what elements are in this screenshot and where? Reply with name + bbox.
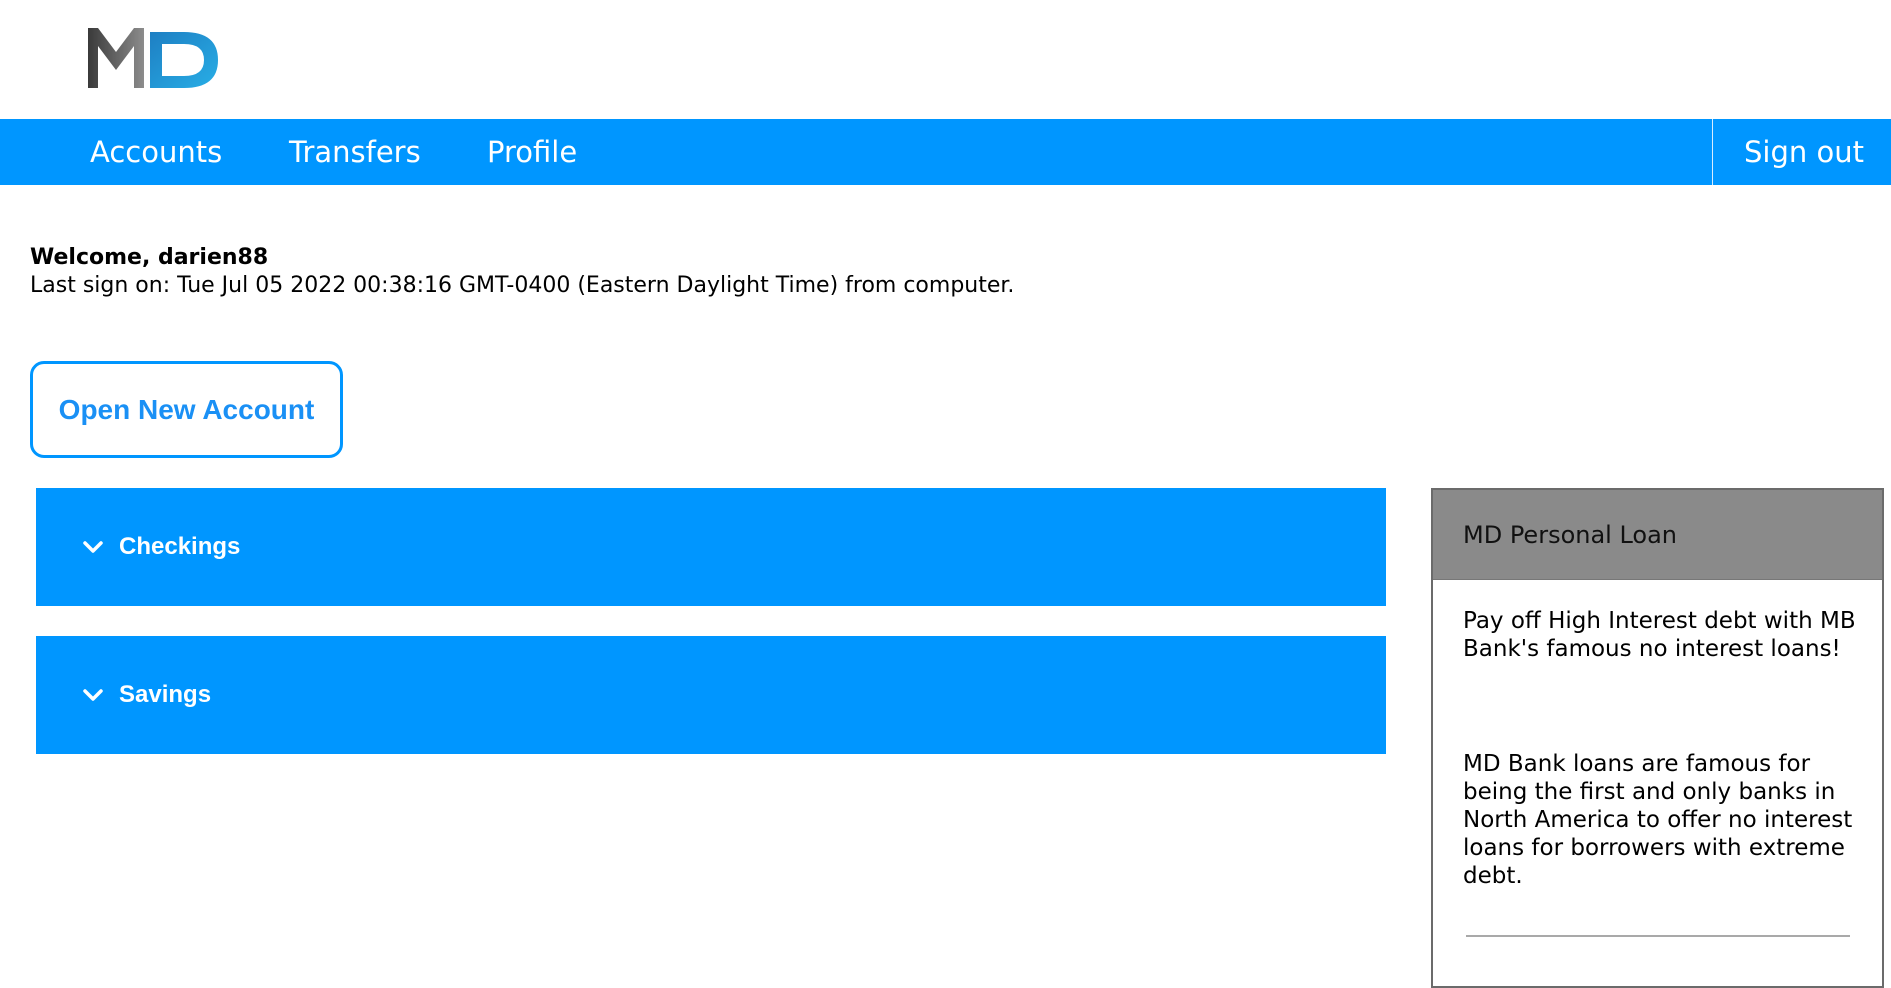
open-new-account-button[interactable]: Open New Account bbox=[30, 361, 343, 458]
accordion-savings[interactable]: Savings bbox=[36, 636, 1386, 754]
brand-logo[interactable] bbox=[88, 28, 220, 90]
promo-paragraph-2: MD Bank loans are famous for being the f… bbox=[1463, 751, 1853, 889]
nav-divider bbox=[1712, 119, 1713, 185]
sign-out-button[interactable]: Sign out bbox=[1744, 119, 1864, 185]
last-sign-on-text: Last sign on: Tue Jul 05 2022 00:38:16 G… bbox=[30, 273, 1015, 298]
promo-header: MD Personal Loan bbox=[1433, 490, 1882, 580]
promo-divider bbox=[1466, 935, 1850, 937]
accordion-label-checkings: Checkings bbox=[119, 533, 241, 560]
accordion-label-savings: Savings bbox=[119, 681, 212, 708]
personal-loan-promo: MD Personal Loan Pay off High Interest d… bbox=[1431, 488, 1884, 988]
promo-title: MD Personal Loan bbox=[1463, 521, 1678, 549]
nav-accounts[interactable]: Accounts bbox=[90, 119, 222, 185]
promo-paragraph-1: Pay off High Interest debt with MB Bank'… bbox=[1463, 608, 1856, 662]
chevron-down-icon bbox=[83, 689, 103, 701]
accordion-checkings[interactable]: Checkings bbox=[36, 488, 1386, 606]
welcome-greeting: Welcome, darien88 bbox=[30, 245, 269, 270]
nav-transfers[interactable]: Transfers bbox=[289, 119, 421, 185]
nav-profile[interactable]: Profile bbox=[487, 119, 577, 185]
chevron-down-icon bbox=[83, 541, 103, 553]
main-navbar: Accounts Transfers Profile Sign out bbox=[0, 119, 1891, 185]
